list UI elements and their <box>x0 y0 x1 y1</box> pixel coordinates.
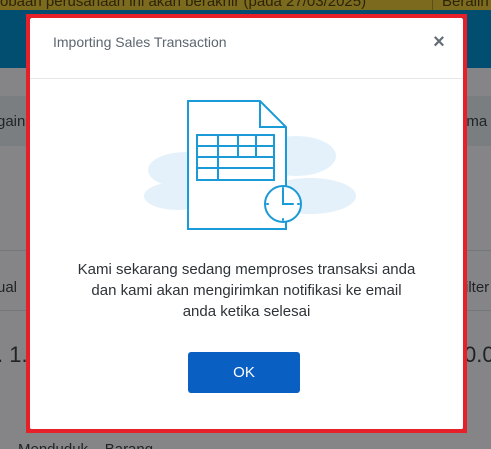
bg-bottom-text: Menduduk Barang <box>18 441 153 449</box>
status-message: Kami sekarang sedang memproses transaksi… <box>50 259 443 322</box>
bg-value-left: . 1. <box>0 342 28 367</box>
expiry-banner: obaan perusahaan ini akan berakhir (pada… <box>0 0 491 10</box>
bg-label-left-1: gain <box>0 113 26 130</box>
banner-text: obaan perusahaan ini akan berakhir (pada… <box>0 0 367 10</box>
import-dialog: Importing Sales Transaction × Kami sekar… <box>30 18 463 429</box>
spreadsheet-document-clock-icon <box>144 100 356 230</box>
message-line: Kami sekarang sedang memproses transaksi… <box>77 261 416 278</box>
dialog-header: Importing Sales Transaction × <box>30 18 463 79</box>
message-line: dan kami akan mengirimkan notifikasi ke … <box>91 282 402 299</box>
ok-button[interactable]: OK <box>188 352 300 393</box>
bg-label-right-2: ilter <box>465 279 490 296</box>
close-icon[interactable]: × <box>428 31 450 53</box>
bg-value-right: 0.0 <box>464 342 491 367</box>
message-line: anda ketika selesai <box>182 303 311 320</box>
banner-divider <box>432 0 433 10</box>
dialog-title: Importing Sales Transaction <box>53 34 227 50</box>
bg-label-left-2: ual <box>0 279 18 296</box>
banner-switch-link[interactable]: Beralih P <box>442 0 491 10</box>
